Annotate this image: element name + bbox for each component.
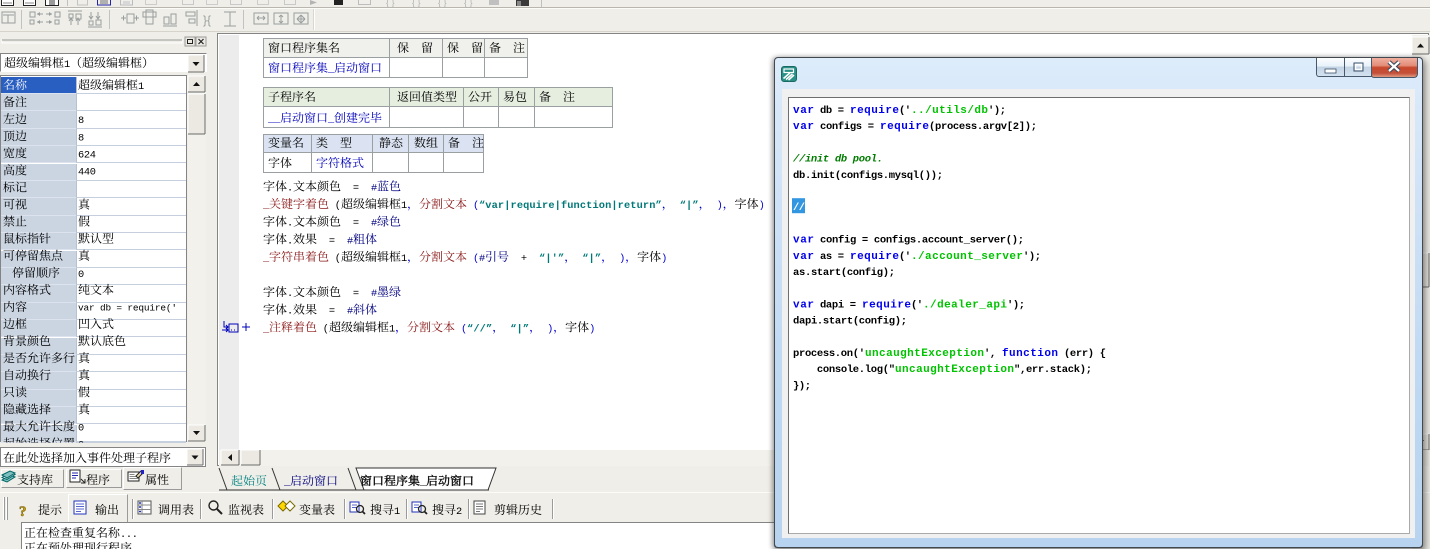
svg-text:var: var — [793, 121, 814, 133]
svg-text:var: var — [793, 251, 814, 263]
svg-text:../utils/db: ../utils/db — [911, 105, 988, 117]
svg-text:',: ', — [984, 348, 1002, 360]
svg-text:dapi =: dapi = — [814, 299, 862, 311]
svg-text:config = configs.account_serve: config = configs.account_server(); — [814, 235, 1024, 247]
svg-text:as =: as = — [814, 251, 850, 263]
svg-text:});: }); — [793, 380, 811, 392]
svg-text:uncaughtException: uncaughtException — [895, 364, 1014, 376]
svg-text:configs =: configs = — [814, 121, 880, 133]
svg-text:process.on(': process.on(' — [793, 348, 865, 360]
svg-text:(': (' — [899, 251, 911, 263]
svg-text:",err.stack);: ",err.stack); — [1014, 364, 1092, 376]
svg-text:uncaughtException: uncaughtException — [865, 348, 984, 360]
svg-text:(process.argv[2]);: (process.argv[2]); — [929, 121, 1037, 133]
svg-text:console.log(": console.log(" — [793, 364, 895, 376]
svg-text:(': (' — [911, 299, 923, 311]
svg-text:require: require — [850, 251, 899, 263]
svg-text:var: var — [793, 235, 814, 247]
svg-text:');: '); — [988, 105, 1006, 117]
svg-text:function: function — [1002, 348, 1058, 360]
svg-text:db.init(configs.mysql());: db.init(configs.mysql()); — [793, 170, 943, 182]
svg-text:var: var — [793, 105, 814, 117]
svg-text:var: var — [793, 299, 814, 311]
svg-text:require: require — [850, 105, 899, 117]
svg-text:');: '); — [1023, 251, 1041, 263]
svg-text:db =: db = — [814, 105, 850, 117]
svg-text:dapi.start(config);: dapi.start(config); — [793, 316, 907, 328]
svg-text://: // — [793, 202, 805, 214]
svg-text:(err) {: (err) { — [1058, 348, 1106, 360]
svg-text:');: '); — [1007, 299, 1025, 311]
svg-text:./account_server: ./account_server — [911, 251, 1023, 263]
svg-text:require: require — [880, 121, 929, 133]
svg-text://init db pool.: //init db pool. — [792, 154, 883, 166]
svg-text:as.start(config);: as.start(config); — [793, 267, 895, 279]
svg-text:./dealer_api: ./dealer_api — [923, 299, 1007, 311]
svg-text:(': (' — [899, 105, 911, 117]
svg-text:require: require — [862, 299, 911, 311]
